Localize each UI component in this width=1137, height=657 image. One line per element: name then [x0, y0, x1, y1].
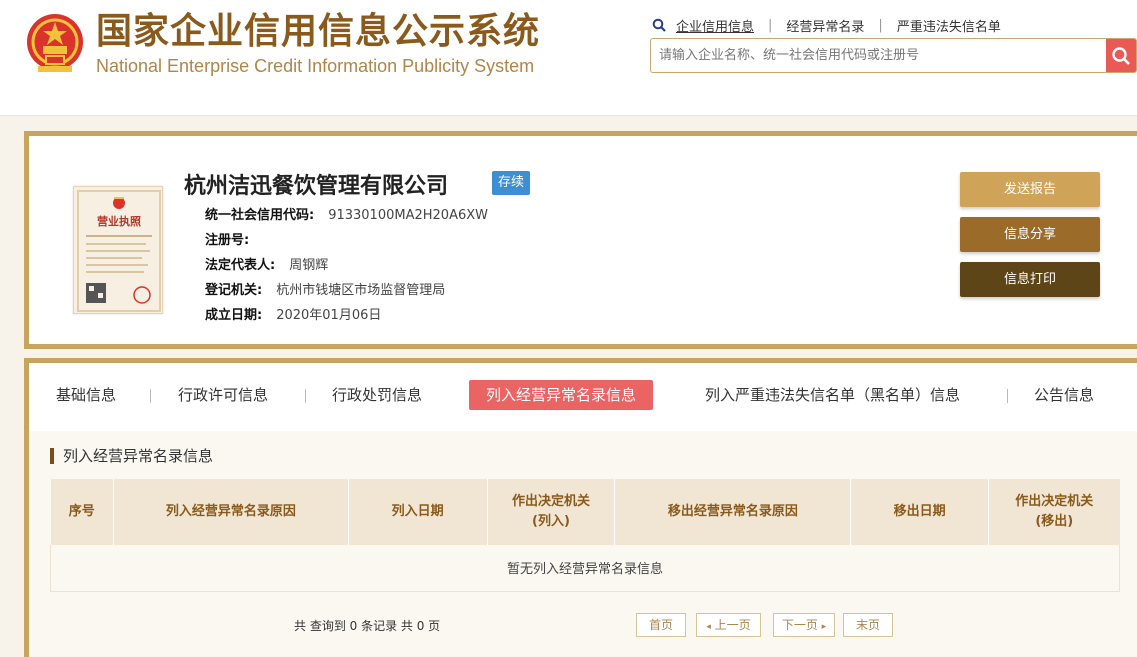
top-nav: 企业信用信息 | 经营异常名录 | 严重违法失信名单 [652, 14, 1001, 36]
status-badge: 存续 [492, 171, 531, 195]
prev-page-label: 上一页 [714, 618, 751, 632]
tab-announcements[interactable]: 公告信息 [1034, 380, 1094, 410]
detail-panel: 基础信息 行政许可信息 行政处罚信息 列入经营异常名录信息 列入严重违法失信名单… [24, 358, 1137, 657]
column-header: 移出日期 [850, 479, 990, 545]
info-row-reg-authority: 登记机关: 杭州市钱塘区市场监督管理局 [205, 279, 445, 298]
column-header: 作出决定机关 (移出) [988, 479, 1120, 545]
site-title-english: National Enterprise Credit Information P… [96, 56, 535, 76]
license-icon: 营业执照 [77, 190, 161, 312]
info-label: 注册号: [205, 233, 250, 248]
site-header: 国家企业信用信息公示系统 National Enterprise Credit … [0, 0, 1137, 116]
share-info-button[interactable]: 信息分享 [960, 217, 1100, 252]
empty-message: 暂无列入经营异常名录信息 [50, 545, 1120, 592]
business-license-image: 营业执照 [73, 186, 163, 314]
tab-divider [305, 389, 306, 403]
national-emblem-icon [27, 14, 83, 72]
last-page-button[interactable]: 末页 [843, 613, 893, 637]
tab-blacklist[interactable]: 列入严重违法失信名单（黑名单）信息 [705, 380, 960, 410]
tab-divider [150, 389, 151, 403]
link-divider: | [878, 17, 883, 33]
column-header: 列入经营异常名录原因 [113, 479, 349, 545]
column-header: 移出经营异常名录原因 [614, 479, 852, 545]
company-name: 杭州洁迅餐饮管理有限公司 [184, 174, 449, 199]
search-input[interactable] [651, 39, 1107, 72]
table-header-row: 序号 列入经营异常名录原因 列入日期 作出决定机关 (列入) 移出经营异常名录原… [50, 479, 1120, 545]
pagination-info: 共 查询到 0 条记录 共 0 页 [294, 619, 441, 633]
next-page-button[interactable]: 下一页 ▸ [773, 613, 835, 637]
column-header: 序号 [50, 479, 114, 545]
tab-divider [1007, 389, 1008, 403]
send-report-button[interactable]: 发送报告 [960, 172, 1100, 207]
site-title: 国家企业信用信息公示系统 [96, 11, 541, 52]
info-label: 法定代表人: [205, 258, 276, 273]
info-label: 成立日期: [205, 308, 263, 323]
info-label: 统一社会信用代码: [205, 208, 315, 223]
tab-admin-license[interactable]: 行政许可信息 [178, 380, 268, 410]
search-bar [650, 38, 1137, 73]
tab-bar: 基础信息 行政许可信息 行政处罚信息 列入经营异常名录信息 列入严重违法失信名单… [29, 363, 1137, 431]
column-header: 作出决定机关 (列入) [487, 479, 616, 545]
section-title: 列入经营异常名录信息 [50, 448, 213, 464]
next-page-label: 下一页 [781, 618, 818, 632]
search-icon [1112, 46, 1130, 65]
license-title: 营业执照 [97, 214, 141, 228]
chevron-right-icon: ▸ [821, 622, 827, 632]
info-value: 周钢辉 [289, 258, 329, 273]
info-row-reg-number: 注册号: [205, 229, 263, 248]
company-info-card: 营业执照 杭州洁迅餐饮管理有限公司 存续 统一社会信用代码: 91330100MA… [24, 131, 1137, 349]
search-button[interactable] [1106, 39, 1136, 72]
top-link-abnormal-list[interactable]: 经营异常名录 [786, 16, 864, 35]
info-value: 2020年01月06日 [276, 308, 382, 323]
search-icon [652, 18, 666, 32]
info-label: 登记机关: [205, 283, 263, 298]
info-row-credit-code: 统一社会信用代码: 91330100MA2H20A6XW [205, 204, 488, 223]
info-value: 91330100MA2H20A6XW [328, 208, 488, 223]
abnormal-list-table: 序号 列入经营异常名录原因 列入日期 作出决定机关 (列入) 移出经营异常名录原… [50, 479, 1120, 592]
tab-basic-info[interactable]: 基础信息 [56, 380, 116, 410]
info-value: 杭州市钱塘区市场监督管理局 [276, 283, 446, 298]
tab-admin-penalty[interactable]: 行政处罚信息 [332, 380, 422, 410]
info-row-established-date: 成立日期: 2020年01月06日 [205, 304, 381, 323]
tab-abnormal-list[interactable]: 列入经营异常名录信息 [469, 380, 654, 410]
top-link-credit-info[interactable]: 企业信用信息 [676, 16, 754, 35]
table-row: 暂无列入经营异常名录信息 [50, 545, 1120, 592]
first-page-button[interactable]: 首页 [636, 613, 686, 637]
column-header: 列入日期 [348, 479, 488, 545]
info-row-legal-rep: 法定代表人: 周钢辉 [205, 254, 328, 273]
chevron-left-icon: ◂ [706, 622, 711, 632]
print-info-button[interactable]: 信息打印 [960, 262, 1100, 297]
prev-page-button[interactable]: ◂ 上一页 [696, 613, 761, 637]
link-divider: | [768, 17, 773, 33]
top-link-blacklist[interactable]: 严重违法失信名单 [897, 16, 1001, 35]
